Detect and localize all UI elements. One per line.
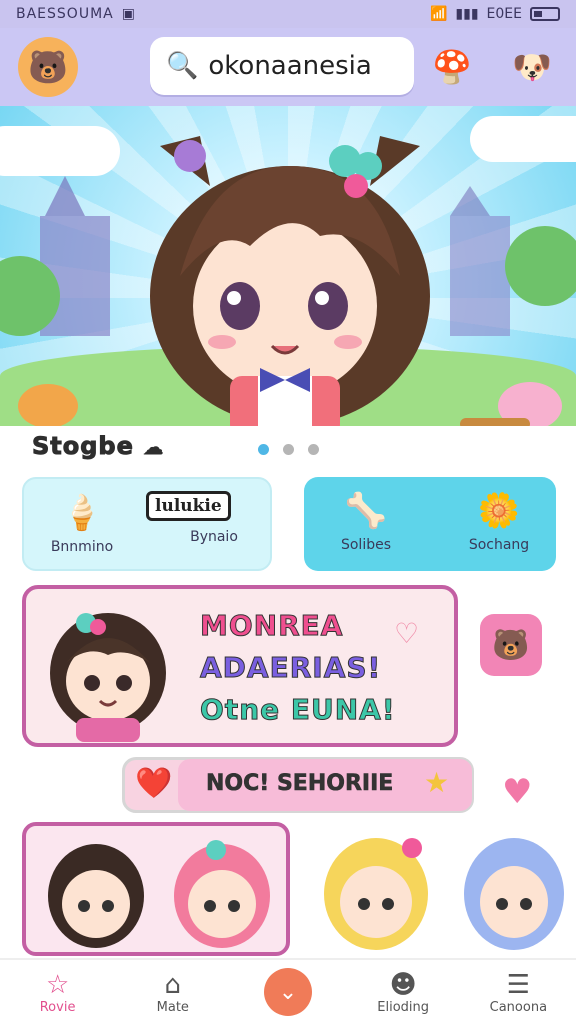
heart-icon: ❤️ bbox=[135, 766, 173, 801]
chevron-down-icon[interactable]: ⌄ bbox=[263, 968, 312, 1016]
bars-icon: ☰ bbox=[506, 969, 530, 1000]
hero-banner[interactable] bbox=[0, 106, 576, 426]
nav-item-mate[interactable]: ⌂ Mate bbox=[123, 970, 223, 1015]
face-icon: ☻ bbox=[389, 969, 417, 1000]
blonde-character-illustration bbox=[324, 838, 428, 950]
promo-line-1: MONREA bbox=[199, 609, 344, 643]
bone-icon: 🦴 bbox=[344, 491, 388, 531]
carousel-dots[interactable] bbox=[258, 444, 319, 455]
profile-avatar-icon[interactable]: 🐻 bbox=[18, 37, 78, 97]
carousel-dot[interactable] bbox=[308, 444, 319, 455]
nav-item-center[interactable]: ⌄ bbox=[238, 968, 338, 1016]
pet-heart-icon[interactable]: 🐶 bbox=[502, 37, 562, 97]
feature-item[interactable]: 🌼 Sochang bbox=[454, 491, 544, 553]
hero-illustration bbox=[0, 136, 576, 426]
promo-line-3: Otne EUNA! bbox=[200, 693, 396, 727]
wifi-icon: 📶 bbox=[429, 6, 448, 22]
star-icon: ☆ bbox=[45, 969, 70, 1000]
house-icon: ⌂ bbox=[164, 969, 182, 1000]
blue-hair-character-illustration bbox=[464, 838, 564, 950]
promo-character-illustration bbox=[50, 613, 166, 742]
status-bar: BAESSOUMA ▣ 📶 ▮▮▮ E0EE bbox=[0, 0, 576, 28]
carousel-dot[interactable] bbox=[283, 444, 294, 455]
signal-icon: ▮▮▮ bbox=[455, 6, 479, 22]
nav-item-elioding[interactable]: ☻ Elioding bbox=[353, 970, 453, 1015]
heart-outline-icon[interactable]: ♡ bbox=[394, 617, 419, 650]
star-icon: ★ bbox=[424, 766, 450, 799]
character-pair-illustration bbox=[48, 840, 270, 948]
battery-icon bbox=[530, 7, 560, 21]
nav-item-home[interactable]: ☆ Rovie bbox=[8, 970, 108, 1015]
promo-line-2: ADAERIAS! bbox=[199, 651, 382, 685]
character-card[interactable] bbox=[452, 828, 576, 958]
nav-item-canoona[interactable]: ☰ Canoona bbox=[468, 970, 568, 1015]
feature-card-left[interactable]: 🍦 Bnnmino lulukie Bynaio bbox=[22, 477, 272, 571]
speech-bubble-icon: lulukie bbox=[146, 491, 231, 521]
promo-card[interactable]: MONREA ADAERIAS! Otne EUNA! ♡ bbox=[22, 585, 458, 747]
character-card[interactable] bbox=[312, 828, 442, 958]
shortcut-label: NOC! SEHORIIE bbox=[206, 771, 394, 797]
carousel-dot[interactable] bbox=[258, 444, 269, 455]
search-icon: 🔍 bbox=[166, 51, 199, 81]
section-title: Stogbe ☁ bbox=[32, 432, 165, 461]
notification-icon: ▣ bbox=[121, 6, 136, 22]
carrier-text: BAESSOUMA bbox=[16, 6, 114, 22]
search-bar[interactable]: 🔍 bbox=[150, 37, 414, 95]
bottom-nav: ☆ Rovie ⌂ Mate ⌄ ☻ Elioding ☰ Canoona bbox=[0, 958, 576, 1024]
search-input[interactable] bbox=[208, 51, 409, 81]
cloud-icon: ☁ bbox=[143, 435, 165, 460]
pet-face-icon: 🐻 bbox=[492, 627, 530, 663]
character-card[interactable] bbox=[22, 822, 290, 956]
pet-button[interactable]: 🐻 bbox=[480, 614, 542, 676]
ice-cream-icon: 🍦 bbox=[60, 493, 104, 533]
feature-item[interactable]: Bynaio bbox=[174, 529, 254, 545]
flower-icon: 🌼 bbox=[477, 491, 521, 531]
heart-icon[interactable]: ♥ bbox=[502, 772, 532, 812]
character-row bbox=[0, 822, 576, 956]
feature-item[interactable]: 🍦 Bnnmino bbox=[42, 493, 122, 555]
battery-text: E0EE bbox=[486, 6, 522, 22]
app-header: 🐻 🔍 🍄 🐶 bbox=[0, 28, 576, 106]
feature-card-right[interactable]: 🦴 Solibes 🌼 Sochang bbox=[304, 477, 556, 571]
feature-item[interactable]: 🦴 Solibes bbox=[326, 491, 406, 553]
mushroom-chat-icon[interactable]: 🍄 bbox=[422, 37, 482, 97]
